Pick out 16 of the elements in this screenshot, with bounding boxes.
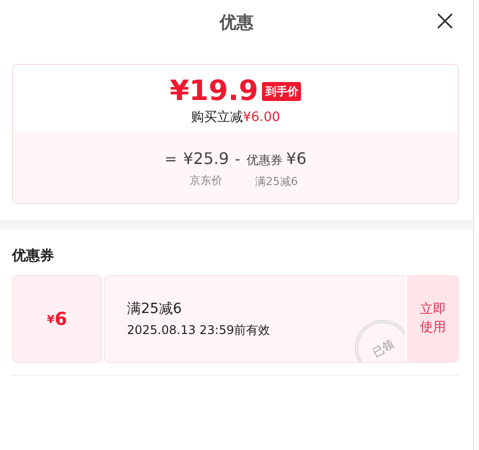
- operator: =: [164, 149, 178, 170]
- close-icon[interactable]: [437, 13, 453, 29]
- price-badge: 到手价: [262, 82, 302, 100]
- coupon-name: 满25减6: [127, 300, 183, 318]
- dialog-title: 优惠: [220, 12, 254, 34]
- price-term: 优惠券 ¥6: [246, 148, 306, 170]
- section-title: 优惠券: [12, 247, 55, 265]
- coupon-validity: 2025.08.13 23:59前有效: [127, 322, 272, 338]
- use-now-button[interactable]: 立即使用: [407, 275, 459, 363]
- term-caption: 满25减6: [254, 174, 298, 189]
- term-caption: 京东价: [189, 173, 222, 188]
- price-term: ¥25.9: [183, 148, 229, 170]
- final-price: ¥19.9: [170, 75, 258, 107]
- coupon-amount: ¥6: [12, 275, 102, 363]
- saving-text: 购买立减¥6.00: [190, 109, 280, 126]
- operator: -: [234, 149, 240, 170]
